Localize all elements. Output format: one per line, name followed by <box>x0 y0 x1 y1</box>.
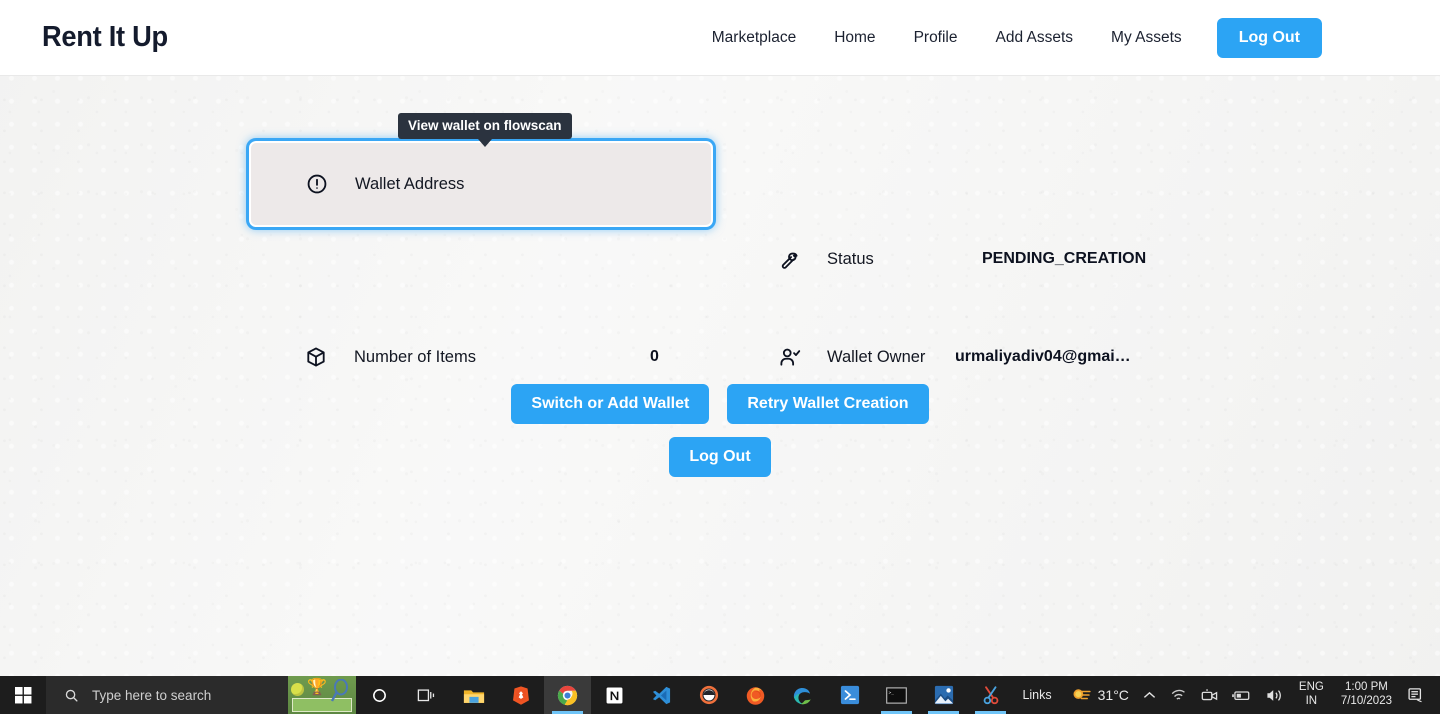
wallet-owner-label: Wallet Owner <box>827 347 926 366</box>
postman-icon[interactable] <box>685 676 732 714</box>
page-background <box>0 0 1440 676</box>
language-line1: ENG <box>1298 681 1324 694</box>
windows-logo-icon[interactable] <box>0 676 46 714</box>
language-indicator[interactable]: ENG IN <box>1291 676 1332 714</box>
tooltip-text: View wallet on flowscan <box>408 118 562 133</box>
status-row: Status PENDING_CREATION <box>779 248 1146 270</box>
user-check-icon <box>779 346 801 368</box>
chevron-up-icon[interactable] <box>1136 676 1163 714</box>
system-tray: Links 31°C ENG IN 1:00 PM 7/10/2023 <box>1016 676 1440 714</box>
file-explorer-icon[interactable] <box>450 676 497 714</box>
wallet-owner-value: urmaliyadiv04@gmai… <box>955 348 1131 365</box>
search-icon <box>64 688 79 703</box>
number-of-items-label: Number of Items <box>354 347 476 366</box>
volume-icon[interactable] <box>1259 676 1291 714</box>
cortana-icon[interactable] <box>356 676 403 714</box>
clock[interactable]: 1:00 PM 7/10/2023 <box>1332 676 1401 714</box>
search-placeholder: Type here to search <box>92 687 212 703</box>
wallet-address-card[interactable]: Wallet Address <box>249 141 713 227</box>
clock-time: 1:00 PM <box>1345 681 1388 694</box>
header-log-out-button[interactable]: Log Out <box>1216 17 1322 58</box>
site-header: Rent It Up Marketplace Home Profile Add … <box>0 0 1440 76</box>
nav-my-assets[interactable]: My Assets <box>1092 23 1201 53</box>
meet-now-icon[interactable] <box>1194 676 1225 714</box>
wallet-actions-row-1: Switch or Add Wallet Retry Wallet Creati… <box>0 384 1440 424</box>
wifi-icon[interactable] <box>1163 676 1194 714</box>
wrench-icon <box>779 248 801 270</box>
site-logo[interactable]: Rent It Up <box>42 21 168 54</box>
status-label: Status <box>827 249 874 268</box>
wallet-address-tooltip: View wallet on flowscan <box>398 113 572 147</box>
search-highlight-thumbnail[interactable]: 🏆 <box>288 676 356 714</box>
status-value: PENDING_CREATION <box>982 250 1147 267</box>
command-prompt-icon[interactable]: >_ <box>873 676 920 714</box>
google-chrome-icon[interactable] <box>544 676 591 714</box>
weather-sun-icon <box>1071 687 1091 703</box>
vs-code-icon[interactable] <box>638 676 685 714</box>
wallet-address-label: Wallet Address <box>355 174 465 193</box>
package-icon <box>305 346 327 368</box>
tennis-racket-icon <box>330 679 350 703</box>
windows-taskbar: Type here to search 🏆 >_ Links 31°C ENG … <box>0 676 1440 714</box>
brave-browser-icon[interactable] <box>497 676 544 714</box>
firefox-icon[interactable] <box>732 676 779 714</box>
battery-icon[interactable] <box>1225 676 1259 714</box>
task-view-icon[interactable] <box>403 676 450 714</box>
retry-wallet-creation-button[interactable]: Retry Wallet Creation <box>727 384 929 424</box>
snipping-tool-icon[interactable] <box>967 676 1014 714</box>
search-input[interactable]: Type here to search 🏆 <box>46 676 356 714</box>
nav-marketplace[interactable]: Marketplace <box>693 23 815 53</box>
powershell-icon[interactable] <box>826 676 873 714</box>
wallet-actions: Switch or Add Wallet Retry Wallet Creati… <box>0 384 1440 477</box>
svg-text:>_: >_ <box>889 691 895 696</box>
main-navigation: Marketplace Home Profile Add Assets My A… <box>693 17 1322 58</box>
nav-profile[interactable]: Profile <box>895 23 977 53</box>
trophy-icon: 🏆 <box>307 679 327 696</box>
clock-date: 7/10/2023 <box>1340 695 1392 707</box>
nav-add-assets[interactable]: Add Assets <box>977 23 1093 53</box>
language-line2: IN <box>1305 695 1318 707</box>
notion-icon[interactable] <box>591 676 638 714</box>
notification-icon[interactable] <box>1401 676 1434 714</box>
number-of-items-row: Number of Items 0 <box>305 346 659 368</box>
tennis-ball-icon <box>291 683 304 696</box>
weather-widget[interactable]: 31°C <box>1064 676 1136 714</box>
tooltip-arrow <box>477 139 492 147</box>
nav-home[interactable]: Home <box>815 23 894 53</box>
alert-circle-icon <box>306 173 328 195</box>
tray-links-label[interactable]: Links <box>1016 676 1063 714</box>
photos-icon[interactable] <box>920 676 967 714</box>
temperature-value: 31°C <box>1097 687 1129 703</box>
log-out-button[interactable]: Log Out <box>669 437 771 477</box>
wallet-actions-row-2: Log Out <box>0 437 1440 477</box>
number-of-items-value: 0 <box>650 348 659 365</box>
wallet-owner-row: Wallet Owner urmaliyadiv04@gmai… <box>779 346 1131 368</box>
microsoft-edge-icon[interactable] <box>779 676 826 714</box>
switch-or-add-wallet-button[interactable]: Switch or Add Wallet <box>511 384 710 424</box>
